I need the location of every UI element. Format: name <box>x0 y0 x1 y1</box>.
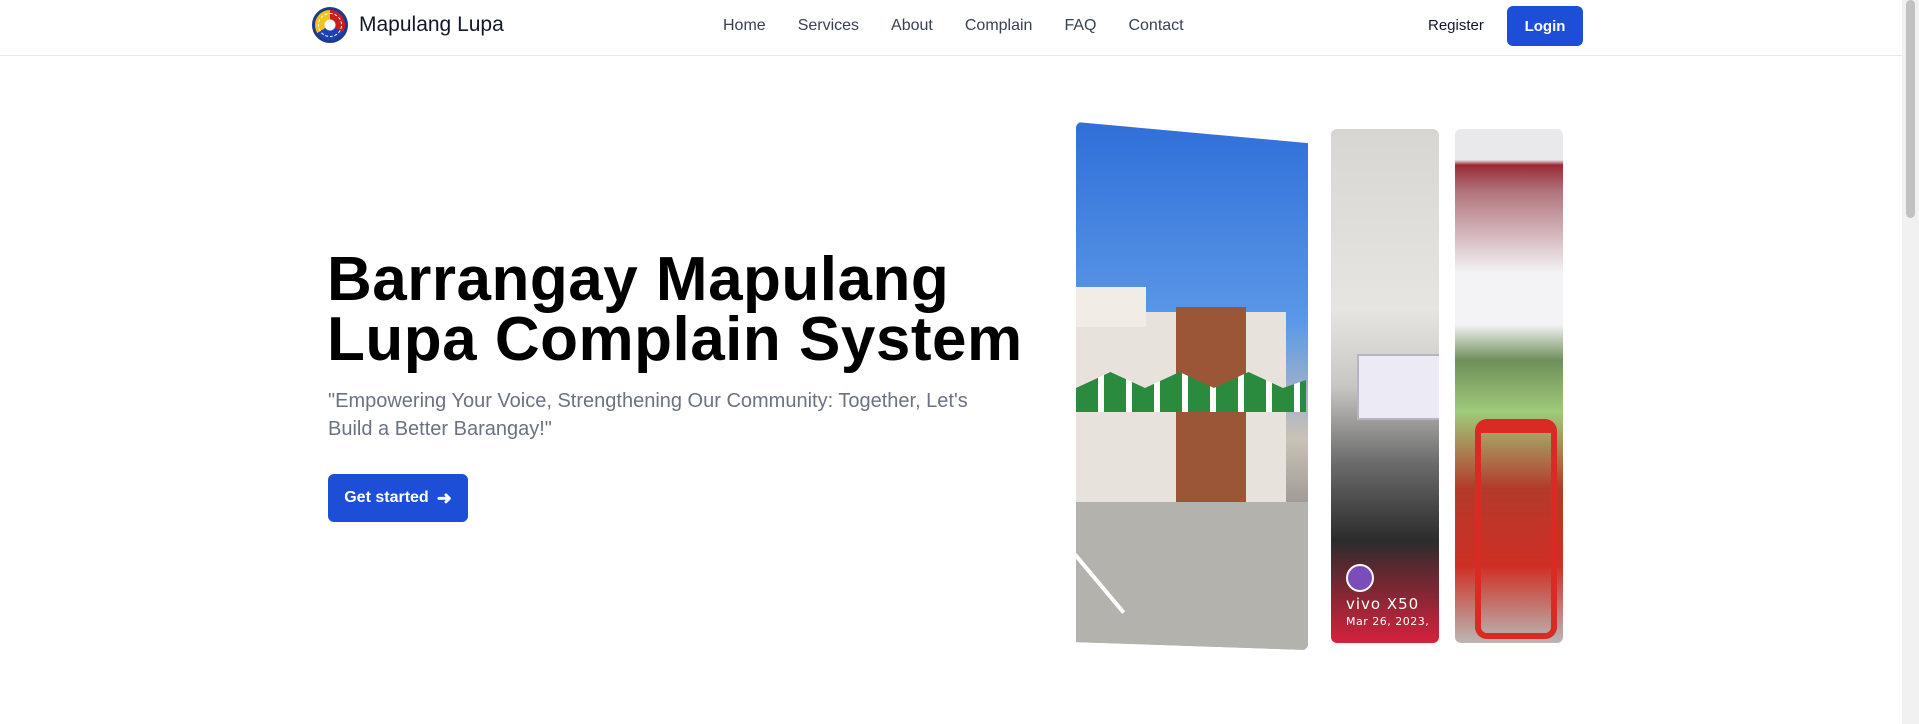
photo-projector-screen <box>1357 354 1439 420</box>
top-navbar: Mapulang Lupa Home Services About Compla… <box>0 0 1902 56</box>
nav-link-home[interactable]: Home <box>723 17 766 35</box>
nav-link-services[interactable]: Services <box>798 17 859 35</box>
photo-parking-lot <box>1076 502 1308 650</box>
page-scrollbar[interactable] <box>1902 0 1919 724</box>
watermark-date: Mar 26, 2023, <box>1346 615 1430 628</box>
main-menu: Home Services About Complain FAQ Contact <box>723 17 1216 35</box>
brand-name: Mapulang Lupa <box>359 13 504 36</box>
nav-link-contact[interactable]: Contact <box>1128 17 1183 35</box>
gallery-photo-audience <box>1455 129 1563 643</box>
scrollbar-thumb[interactable] <box>1906 0 1915 218</box>
brand-link[interactable]: Mapulang Lupa <box>312 7 504 43</box>
get-started-label: Get started <box>344 489 429 506</box>
hero-tagline: "Empowering Your Voice, Strengthening Ou… <box>328 390 968 440</box>
barangay-seal-icon <box>312 7 348 43</box>
photo-watermark: vivo X50 Mar 26, 2023, <box>1346 595 1429 628</box>
nav-link-faq[interactable]: FAQ <box>1064 17 1096 35</box>
get-started-button[interactable]: Get started ➜ <box>328 474 468 522</box>
gallery-photo-building <box>1076 122 1308 650</box>
register-link[interactable]: Register <box>1428 17 1484 34</box>
watermark-model: vivo X50 <box>1346 595 1420 613</box>
photo-red-chair <box>1475 419 1557 639</box>
camera-logo-icon <box>1346 564 1374 592</box>
nav-link-complain[interactable]: Complain <box>965 17 1033 35</box>
gallery-photo-seminar: vivo X50 Mar 26, 2023, <box>1331 129 1439 643</box>
arrow-right-icon: ➜ <box>436 487 452 508</box>
hero-title: Barrangay Mapulang Lupa Complain System <box>327 245 1023 374</box>
photo-store-sign <box>1076 287 1146 327</box>
login-button[interactable]: Login <box>1507 6 1583 46</box>
nav-link-about[interactable]: About <box>891 17 933 35</box>
